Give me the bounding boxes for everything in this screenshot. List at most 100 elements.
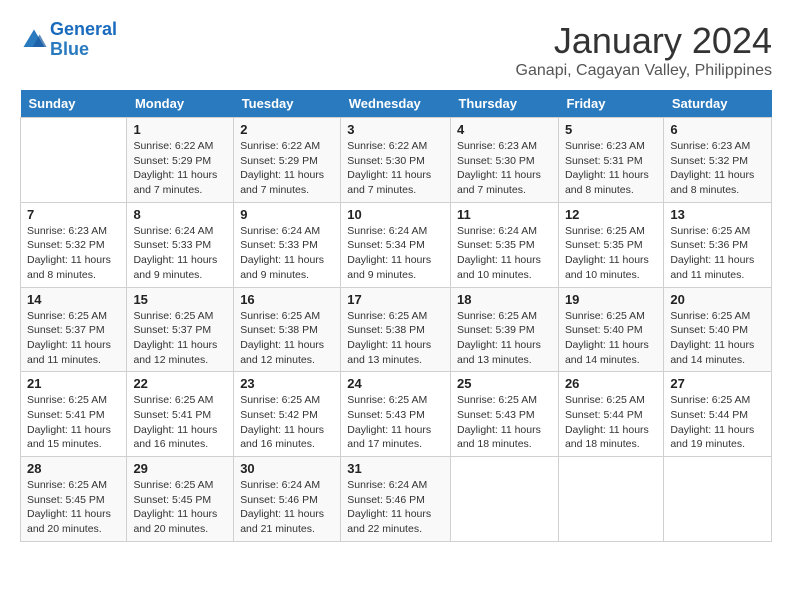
week-row-4: 21 Sunrise: 6:25 AMSunset: 5:41 PMDayligh… — [21, 372, 772, 457]
calendar-cell — [450, 457, 558, 542]
calendar-cell: 19 Sunrise: 6:25 AMSunset: 5:40 PMDayligh… — [558, 287, 663, 372]
day-number: 27 — [670, 376, 765, 391]
logo: General Blue — [20, 20, 117, 60]
calendar-cell: 6 Sunrise: 6:23 AMSunset: 5:32 PMDaylight… — [664, 118, 772, 203]
week-row-2: 7Sunrise: 6:23 AMSunset: 5:32 PMDaylight… — [21, 202, 772, 287]
day-info: Sunrise: 6:25 AMSunset: 5:41 PMDaylight:… — [133, 393, 227, 452]
day-number: 26 — [565, 376, 657, 391]
calendar-cell — [21, 118, 127, 203]
day-number: 6 — [670, 122, 765, 137]
calendar-cell: 20 Sunrise: 6:25 AMSunset: 5:40 PMDayligh… — [664, 287, 772, 372]
day-number: 24 — [347, 376, 444, 391]
day-number: 21 — [27, 376, 120, 391]
calendar-cell: 23Sunrise: 6:25 AMSunset: 5:42 PMDayligh… — [234, 372, 341, 457]
calendar-cell: 30Sunrise: 6:24 AMSunset: 5:46 PMDayligh… — [234, 457, 341, 542]
day-number: 20 — [670, 292, 765, 307]
week-row-3: 14Sunrise: 6:25 AMSunset: 5:37 PMDayligh… — [21, 287, 772, 372]
day-info: Sunrise: 6:24 AMSunset: 5:34 PMDaylight:… — [347, 224, 444, 283]
day-number: 28 — [27, 461, 120, 476]
day-number: 9 — [240, 207, 334, 222]
day-number: 22 — [133, 376, 227, 391]
day-info: Sunrise: 6:25 AMSunset: 5:38 PMDaylight:… — [347, 309, 444, 368]
day-info: Sunrise: 6:25 AMSunset: 5:43 PMDaylight:… — [457, 393, 552, 452]
location-subtitle: Ganapi, Cagayan Valley, Philippines — [516, 62, 772, 80]
title-block: January 2024 Ganapi, Cagayan Valley, Phi… — [516, 20, 772, 80]
calendar-cell: 10 Sunrise: 6:24 AMSunset: 5:34 PMDayligh… — [341, 202, 451, 287]
day-number: 1 — [133, 122, 227, 137]
calendar-cell — [558, 457, 663, 542]
day-number: 25 — [457, 376, 552, 391]
day-number: 17 — [347, 292, 444, 307]
weekday-header-tuesday: Tuesday — [234, 90, 341, 118]
calendar-cell: 21 Sunrise: 6:25 AMSunset: 5:41 PMDayligh… — [21, 372, 127, 457]
day-info: Sunrise: 6:23 AMSunset: 5:32 PMDaylight:… — [27, 224, 120, 283]
calendar-cell: 9 Sunrise: 6:24 AMSunset: 5:33 PMDaylight… — [234, 202, 341, 287]
calendar-cell: 1 Sunrise: 6:22 AMSunset: 5:29 PMDaylight… — [127, 118, 234, 203]
day-number: 29 — [133, 461, 227, 476]
calendar-cell: 18 Sunrise: 6:25 AMSunset: 5:39 PMDayligh… — [450, 287, 558, 372]
day-number: 3 — [347, 122, 444, 137]
weekday-header-friday: Friday — [558, 90, 663, 118]
day-number: 10 — [347, 207, 444, 222]
day-info: Sunrise: 6:25 AMSunset: 5:43 PMDaylight:… — [347, 393, 444, 452]
day-info: Sunrise: 6:25 AMSunset: 5:40 PMDaylight:… — [670, 309, 765, 368]
calendar-cell: 26 Sunrise: 6:25 AMSunset: 5:44 PMDayligh… — [558, 372, 663, 457]
day-number: 19 — [565, 292, 657, 307]
day-info: Sunrise: 6:25 AMSunset: 5:39 PMDaylight:… — [457, 309, 552, 368]
weekday-header-monday: Monday — [127, 90, 234, 118]
month-title: January 2024 — [516, 20, 772, 62]
day-number: 2 — [240, 122, 334, 137]
day-info: Sunrise: 6:25 AMSunset: 5:38 PMDaylight:… — [240, 309, 334, 368]
weekday-header-saturday: Saturday — [664, 90, 772, 118]
day-number: 11 — [457, 207, 552, 222]
calendar-cell: 24 Sunrise: 6:25 AMSunset: 5:43 PMDayligh… — [341, 372, 451, 457]
day-info: Sunrise: 6:22 AMSunset: 5:29 PMDaylight:… — [240, 139, 334, 198]
calendar-cell: 28 Sunrise: 6:25 AMSunset: 5:45 PMDayligh… — [21, 457, 127, 542]
weekday-header-row: SundayMondayTuesdayWednesdayThursdayFrid… — [21, 90, 772, 118]
day-info: Sunrise: 6:24 AMSunset: 5:33 PMDaylight:… — [240, 224, 334, 283]
logo-line1: General — [50, 19, 117, 39]
day-number: 16 — [240, 292, 334, 307]
calendar-cell: 17 Sunrise: 6:25 AMSunset: 5:38 PMDayligh… — [341, 287, 451, 372]
calendar-cell: 31 Sunrise: 6:24 AMSunset: 5:46 PMDayligh… — [341, 457, 451, 542]
day-info: Sunrise: 6:22 AMSunset: 5:29 PMDaylight:… — [133, 139, 227, 198]
day-number: 18 — [457, 292, 552, 307]
day-number: 8 — [133, 207, 227, 222]
day-info: Sunrise: 6:23 AMSunset: 5:32 PMDaylight:… — [670, 139, 765, 198]
day-info: Sunrise: 6:25 AMSunset: 5:37 PMDaylight:… — [133, 309, 227, 368]
week-row-1: 1 Sunrise: 6:22 AMSunset: 5:29 PMDaylight… — [21, 118, 772, 203]
calendar-cell: 27Sunrise: 6:25 AMSunset: 5:44 PMDayligh… — [664, 372, 772, 457]
weekday-header-sunday: Sunday — [21, 90, 127, 118]
day-number: 23 — [240, 376, 334, 391]
day-info: Sunrise: 6:25 AMSunset: 5:40 PMDaylight:… — [565, 309, 657, 368]
calendar-cell: 5Sunrise: 6:23 AMSunset: 5:31 PMDaylight… — [558, 118, 663, 203]
calendar-cell: 11 Sunrise: 6:24 AMSunset: 5:35 PMDayligh… — [450, 202, 558, 287]
logo-icon — [20, 26, 48, 54]
day-info: Sunrise: 6:25 AMSunset: 5:35 PMDaylight:… — [565, 224, 657, 283]
day-info: Sunrise: 6:24 AMSunset: 5:46 PMDaylight:… — [347, 478, 444, 537]
day-info: Sunrise: 6:25 AMSunset: 5:37 PMDaylight:… — [27, 309, 120, 368]
calendar-cell: 22 Sunrise: 6:25 AMSunset: 5:41 PMDayligh… — [127, 372, 234, 457]
calendar-cell: 8 Sunrise: 6:24 AMSunset: 5:33 PMDaylight… — [127, 202, 234, 287]
day-info: Sunrise: 6:25 AMSunset: 5:41 PMDaylight:… — [27, 393, 120, 452]
calendar-cell: 29 Sunrise: 6:25 AMSunset: 5:45 PMDayligh… — [127, 457, 234, 542]
day-number: 31 — [347, 461, 444, 476]
day-info: Sunrise: 6:25 AMSunset: 5:44 PMDaylight:… — [565, 393, 657, 452]
calendar-cell: 16 Sunrise: 6:25 AMSunset: 5:38 PMDayligh… — [234, 287, 341, 372]
day-number: 13 — [670, 207, 765, 222]
day-info: Sunrise: 6:25 AMSunset: 5:45 PMDaylight:… — [133, 478, 227, 537]
logo-line2: Blue — [50, 39, 89, 59]
calendar-table: SundayMondayTuesdayWednesdayThursdayFrid… — [20, 90, 772, 542]
calendar-cell: 13Sunrise: 6:25 AMSunset: 5:36 PMDayligh… — [664, 202, 772, 287]
day-info: Sunrise: 6:24 AMSunset: 5:33 PMDaylight:… — [133, 224, 227, 283]
day-info: Sunrise: 6:25 AMSunset: 5:45 PMDaylight:… — [27, 478, 120, 537]
calendar-cell: 7Sunrise: 6:23 AMSunset: 5:32 PMDaylight… — [21, 202, 127, 287]
calendar-cell: 2 Sunrise: 6:22 AMSunset: 5:29 PMDaylight… — [234, 118, 341, 203]
day-info: Sunrise: 6:24 AMSunset: 5:46 PMDaylight:… — [240, 478, 334, 537]
calendar-cell: 12Sunrise: 6:25 AMSunset: 5:35 PMDayligh… — [558, 202, 663, 287]
day-number: 4 — [457, 122, 552, 137]
day-info: Sunrise: 6:23 AMSunset: 5:30 PMDaylight:… — [457, 139, 552, 198]
calendar-cell: 4 Sunrise: 6:23 AMSunset: 5:30 PMDaylight… — [450, 118, 558, 203]
day-info: Sunrise: 6:24 AMSunset: 5:35 PMDaylight:… — [457, 224, 552, 283]
calendar-cell: 15Sunrise: 6:25 AMSunset: 5:37 PMDayligh… — [127, 287, 234, 372]
